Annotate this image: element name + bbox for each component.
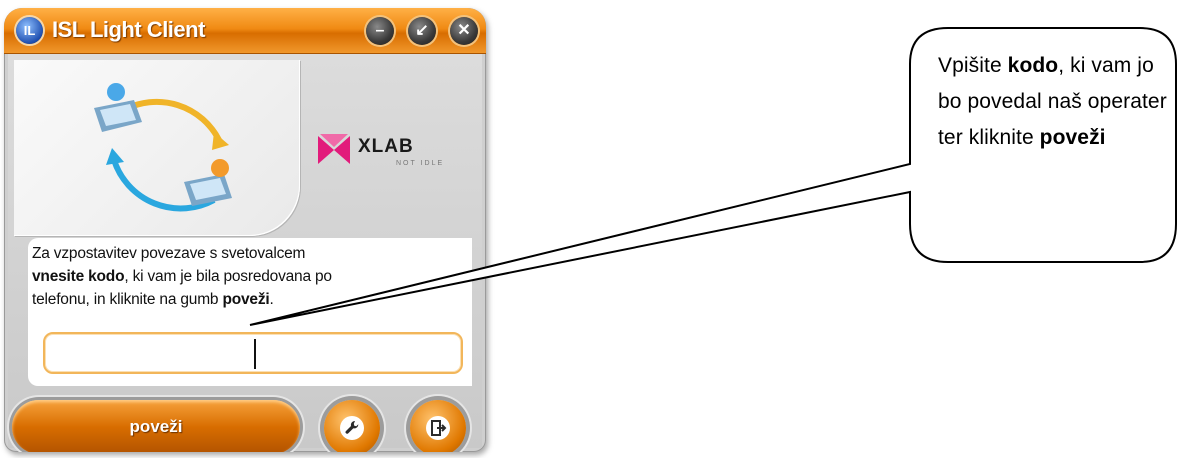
callout-bold-code: kodo bbox=[1007, 54, 1059, 77]
callout-text: Vpišite kodo, ki vam jo bo povedal naš o… bbox=[938, 48, 1170, 156]
callout-bold-connect: poveži bbox=[1039, 126, 1106, 149]
callout-text-1: Vpišite bbox=[938, 54, 1008, 77]
